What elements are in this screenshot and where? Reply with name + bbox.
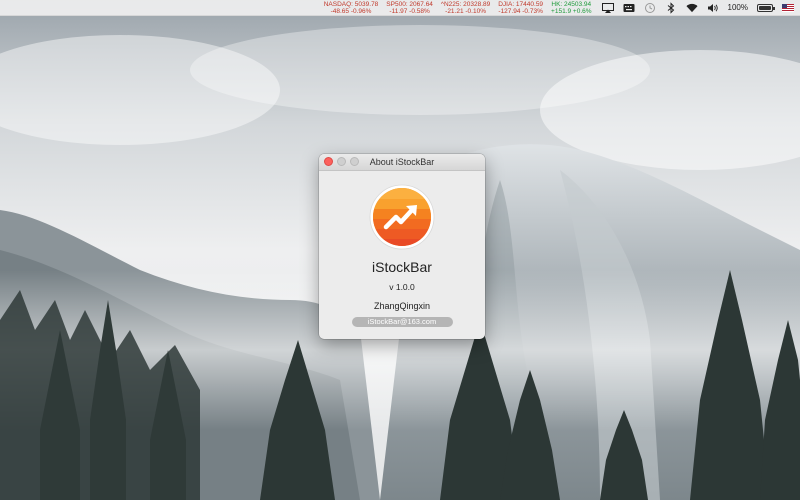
minimize-button[interactable] (337, 157, 346, 166)
close-button[interactable] (324, 157, 333, 166)
app-version: v 1.0.0 (389, 282, 415, 292)
about-window: About iStockBar iStockBar v 1.0.0 ZhangQ… (319, 154, 485, 339)
ticker-nasdaq[interactable]: NASDAQ: 5039.78 -48.65 -0.96% (324, 1, 379, 15)
ticker-hk[interactable]: HK: 24503.94 +151.9 +0.6% (551, 1, 591, 15)
ticker-djia[interactable]: DJIA: 17440.59 -127.94 -0.73% (498, 1, 543, 15)
ticker-change: -11.97 -0.58% (389, 7, 430, 15)
ticker-value: NASDAQ: 5039.78 (323, 0, 379, 8)
app-icon (369, 184, 435, 250)
stock-tickers[interactable]: NASDAQ: 5039.78 -48.65 -0.96% SP500: 206… (324, 1, 592, 15)
bluetooth-icon[interactable] (665, 1, 677, 14)
ticker-value: ^N225: 20328.89 (440, 0, 491, 8)
ticker-sp500[interactable]: SP500: 2067.64 -11.97 -0.58% (386, 1, 433, 15)
email-link[interactable]: iStockBar@163.com (351, 317, 453, 327)
ticker-value: HK: 24503.94 (551, 0, 592, 8)
time-machine-icon[interactable] (644, 2, 656, 13)
keyboard-icon[interactable] (623, 2, 635, 13)
ticker-change: +151.9 +0.6% (551, 7, 592, 15)
desktop: NASDAQ: 5039.78 -48.65 -0.96% SP500: 206… (0, 0, 800, 500)
airplay-icon[interactable] (601, 2, 614, 13)
zoom-button[interactable] (350, 157, 359, 166)
ticker-value: SP500: 2067.64 (386, 0, 433, 8)
status-tray: 100% (601, 1, 794, 14)
ticker-change: -21.21 -0.10% (445, 7, 486, 15)
wifi-icon[interactable] (685, 2, 698, 13)
menu-bar: NASDAQ: 5039.78 -48.65 -0.96% SP500: 206… (0, 0, 800, 16)
window-titlebar[interactable]: About iStockBar (319, 154, 485, 171)
flag-icon[interactable] (782, 3, 794, 12)
app-name: iStockBar (372, 259, 432, 275)
battery-fill (759, 5, 771, 10)
ticker-change: -127.94 -0.73% (498, 7, 543, 15)
app-author: ZhangQingxin (373, 301, 431, 311)
battery-icon[interactable] (757, 3, 775, 12)
about-content: iStockBar v 1.0.0 ZhangQingxin iStockBar… (319, 171, 485, 327)
battery-percent: 100% (727, 3, 748, 12)
window-controls (324, 157, 359, 166)
ticker-value: DJIA: 17440.59 (498, 0, 544, 8)
ticker-n225[interactable]: ^N225: 20328.89 -21.21 -0.10% (441, 1, 490, 15)
ticker-change: -48.65 -0.96% (330, 7, 372, 15)
volume-icon[interactable] (707, 2, 719, 13)
